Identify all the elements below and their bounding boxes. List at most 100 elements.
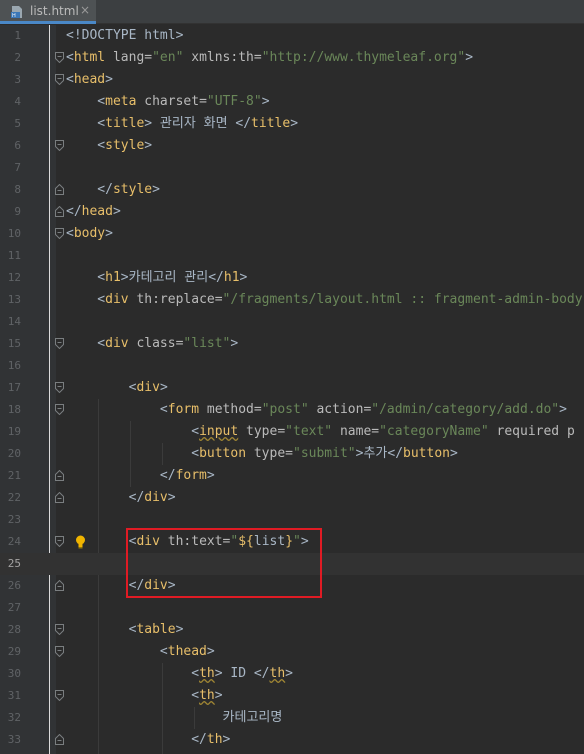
code-line[interactable]: 9 </head> — [0, 201, 584, 223]
code-line[interactable]: 2 <html lang="en" xmlns:th="http://www.th… — [0, 47, 584, 69]
close-icon[interactable]: × — [80, 3, 90, 17]
code-text: <div> — [66, 377, 168, 399]
code-line[interactable]: 4 <meta charset="UTF-8"> — [0, 91, 584, 113]
code-line[interactable]: 12 <h1>카테고리 관리</h1> — [0, 267, 584, 289]
tab-list-html[interactable]: H list.html × — [0, 0, 96, 24]
code-token: list — [253, 534, 286, 549]
fold-open-icon[interactable] — [55, 382, 64, 393]
code-line[interactable]: 27 — [0, 597, 584, 619]
code-text: <title> 관리자 화면 </title> — [66, 113, 298, 135]
fold-open-icon[interactable] — [55, 52, 64, 63]
code-text: </th> — [66, 729, 230, 751]
fold-close-icon[interactable] — [55, 734, 64, 745]
code-editor[interactable]: 1 <!DOCTYPE html> 2 <html lang="en" xmlns:t… — [0, 25, 584, 751]
code-text: </div> — [66, 575, 176, 597]
code-token: < — [66, 688, 200, 703]
code-token: > — [290, 116, 299, 131]
code-line[interactable]: 15 <div class="list"> — [0, 333, 584, 355]
code-line[interactable]: 10 <body> — [0, 223, 584, 245]
fold-open-icon[interactable] — [55, 624, 64, 635]
code-text: </style> — [66, 179, 160, 201]
fold-close-icon[interactable] — [55, 184, 64, 195]
code-line[interactable]: 7 — [0, 157, 584, 179]
fold-close-icon[interactable] — [55, 206, 64, 217]
fold-open-icon[interactable] — [55, 140, 64, 151]
code-line[interactable]: 8 </style> — [0, 179, 584, 201]
fold-open-icon[interactable] — [55, 646, 64, 657]
code-line[interactable]: 31 <th> — [0, 685, 584, 707]
code-line[interactable]: 19 <input type="text" name="categoryName… — [0, 421, 584, 443]
code-text: <h1>카테고리 관리</h1> — [66, 267, 247, 289]
code-line[interactable]: 22 </div> — [0, 487, 584, 509]
code-token: < — [66, 402, 168, 417]
code-text: <div th:replace="/fragments/layout.html … — [66, 289, 583, 311]
code-text: <body> — [66, 223, 113, 245]
code-line[interactable]: 25 — [0, 553, 584, 575]
code-token: </ — [66, 578, 145, 593]
fold-open-icon[interactable] — [55, 338, 64, 349]
code-token: method= — [199, 402, 262, 417]
fold-close-icon[interactable] — [55, 580, 64, 591]
code-text: <div th:text="${list}"> — [66, 531, 309, 553]
fold-close-icon[interactable] — [55, 470, 64, 481]
line-number: 2 — [14, 51, 21, 64]
code-token: > — [167, 578, 176, 593]
code-line[interactable]: 24 <div th:text="${list}"> — [0, 531, 584, 553]
code-token: style — [112, 182, 153, 197]
code-token: th — [199, 688, 215, 703]
code-line[interactable]: 18 <form method="post" action="/admin/ca… — [0, 399, 584, 421]
code-line[interactable]: 14 — [0, 311, 584, 333]
code-line[interactable]: 23 — [0, 509, 584, 531]
code-token: <!DOCTYPE html> — [66, 28, 184, 43]
code-line[interactable]: 3 <head> — [0, 69, 584, 91]
code-line[interactable]: 6 <style> — [0, 135, 584, 157]
code-text: </head> — [66, 201, 121, 223]
code-line[interactable]: 32 카테고리명 — [0, 707, 584, 729]
code-token: div — [136, 534, 160, 549]
code-token: thead — [167, 644, 207, 659]
code-token: < — [66, 446, 200, 461]
line-number: 3 — [14, 73, 21, 86]
code-token: charset= — [136, 94, 207, 109]
code-token: } — [285, 534, 294, 549]
code-token: < — [66, 424, 200, 439]
line-number: 9 — [14, 205, 21, 218]
code-line[interactable]: 26 </div> — [0, 575, 584, 597]
code-token: div — [144, 490, 168, 505]
code-token: input — [199, 424, 239, 439]
code-line[interactable]: 29 <thead> — [0, 641, 584, 663]
code-token: lang= — [105, 50, 153, 65]
code-token: > — [300, 534, 309, 549]
code-line[interactable]: 17 <div> — [0, 377, 584, 399]
code-line[interactable]: 21 </form> — [0, 465, 584, 487]
fold-open-icon[interactable] — [55, 74, 64, 85]
code-line[interactable]: 33 </th> — [0, 729, 584, 751]
code-line[interactable]: 30 <th> ID </th> — [0, 663, 584, 685]
code-token: "en" — [152, 50, 184, 65]
code-token: div — [136, 380, 160, 395]
code-line[interactable]: 20 <button type="submit">추가</button> — [0, 443, 584, 465]
code-token: "/fragments/layout.html :: fragment-admi… — [222, 292, 583, 307]
code-line[interactable]: 5 <title> 관리자 화면 </title> — [0, 113, 584, 135]
fold-open-icon[interactable] — [55, 404, 64, 415]
code-line[interactable]: 13 <div th:replace="/fragments/layout.ht… — [0, 289, 584, 311]
code-line[interactable]: 16 — [0, 355, 584, 377]
code-line[interactable]: 1 <!DOCTYPE html> — [0, 25, 584, 47]
fold-open-icon[interactable] — [55, 536, 64, 547]
code-line[interactable]: 28 <table> — [0, 619, 584, 641]
fold-open-icon[interactable] — [55, 690, 64, 701]
line-number: 27 — [7, 601, 21, 614]
line-number: 17 — [7, 381, 21, 394]
code-line[interactable]: 11 — [0, 245, 584, 267]
line-number: 13 — [7, 293, 21, 306]
code-token: > — [206, 468, 215, 483]
line-number: 33 — [7, 733, 21, 746]
line-number: 7 — [14, 161, 21, 174]
code-token: < — [66, 270, 106, 285]
code-token: > 관리자 화면 </ — [144, 116, 252, 131]
code-token: </ — [66, 490, 145, 505]
code-token: body — [73, 226, 106, 241]
code-token: < — [66, 72, 74, 87]
fold-open-icon[interactable] — [55, 228, 64, 239]
fold-close-icon[interactable] — [55, 492, 64, 503]
